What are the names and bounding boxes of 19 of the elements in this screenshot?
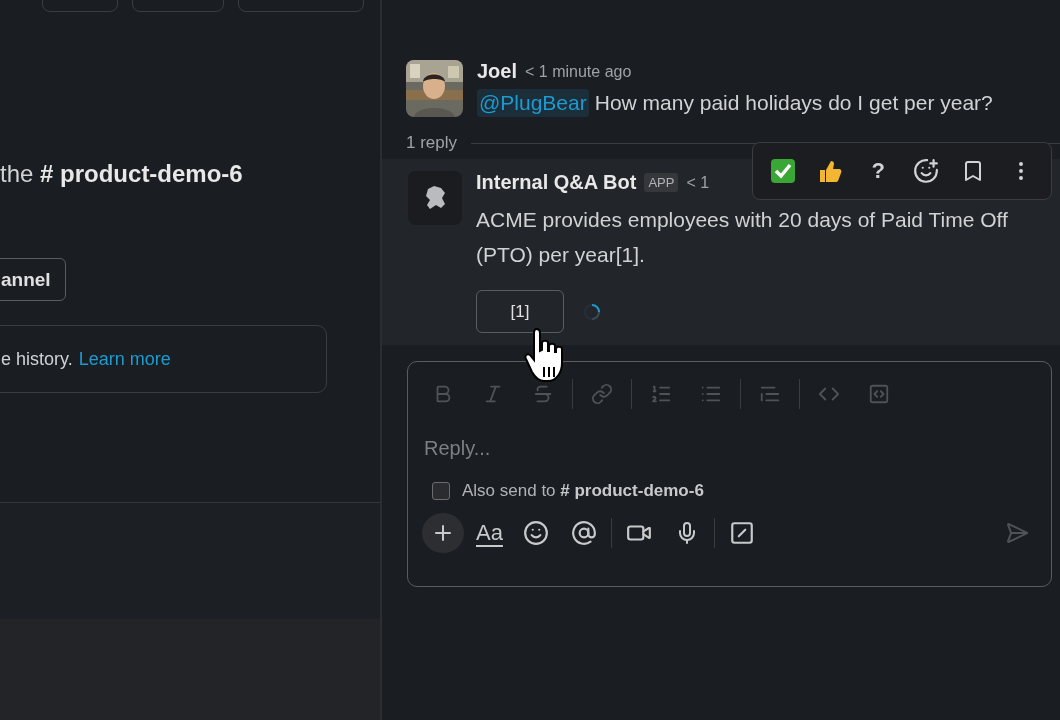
author-name[interactable]: Internal Q&A Bot (476, 171, 637, 194)
also-send-checkbox[interactable] (432, 482, 450, 500)
channel-heading: the # product-demo-6 (0, 160, 244, 188)
timestamp[interactable]: < 1 (686, 173, 710, 192)
question-button[interactable]: ? (858, 151, 899, 191)
message-text: How many paid holidays do I get per year? (594, 91, 993, 115)
formatting-toggle[interactable]: Aa (470, 513, 509, 553)
notice-text: e history. (1, 348, 73, 370)
channel-button[interactable]: annel (0, 258, 66, 301)
add-icon[interactable] (422, 513, 464, 553)
user-mention[interactable]: @PlugBear (477, 89, 589, 117)
also-send-label: Also send to # product-demo-6 (462, 481, 704, 501)
reply-count: 1 reply (406, 133, 458, 153)
learn-more-link[interactable]: Learn more (78, 348, 171, 370)
message-text: ACME provides employees with 20 days of Paid Time Off (PTO) per year[1]. (476, 207, 1009, 268)
author-name[interactable]: Joel (477, 60, 518, 83)
app-badge: APP (644, 173, 679, 192)
timestamp[interactable]: < 1 minute ago (525, 62, 632, 81)
reply-input[interactable]: Reply... (422, 436, 1037, 461)
